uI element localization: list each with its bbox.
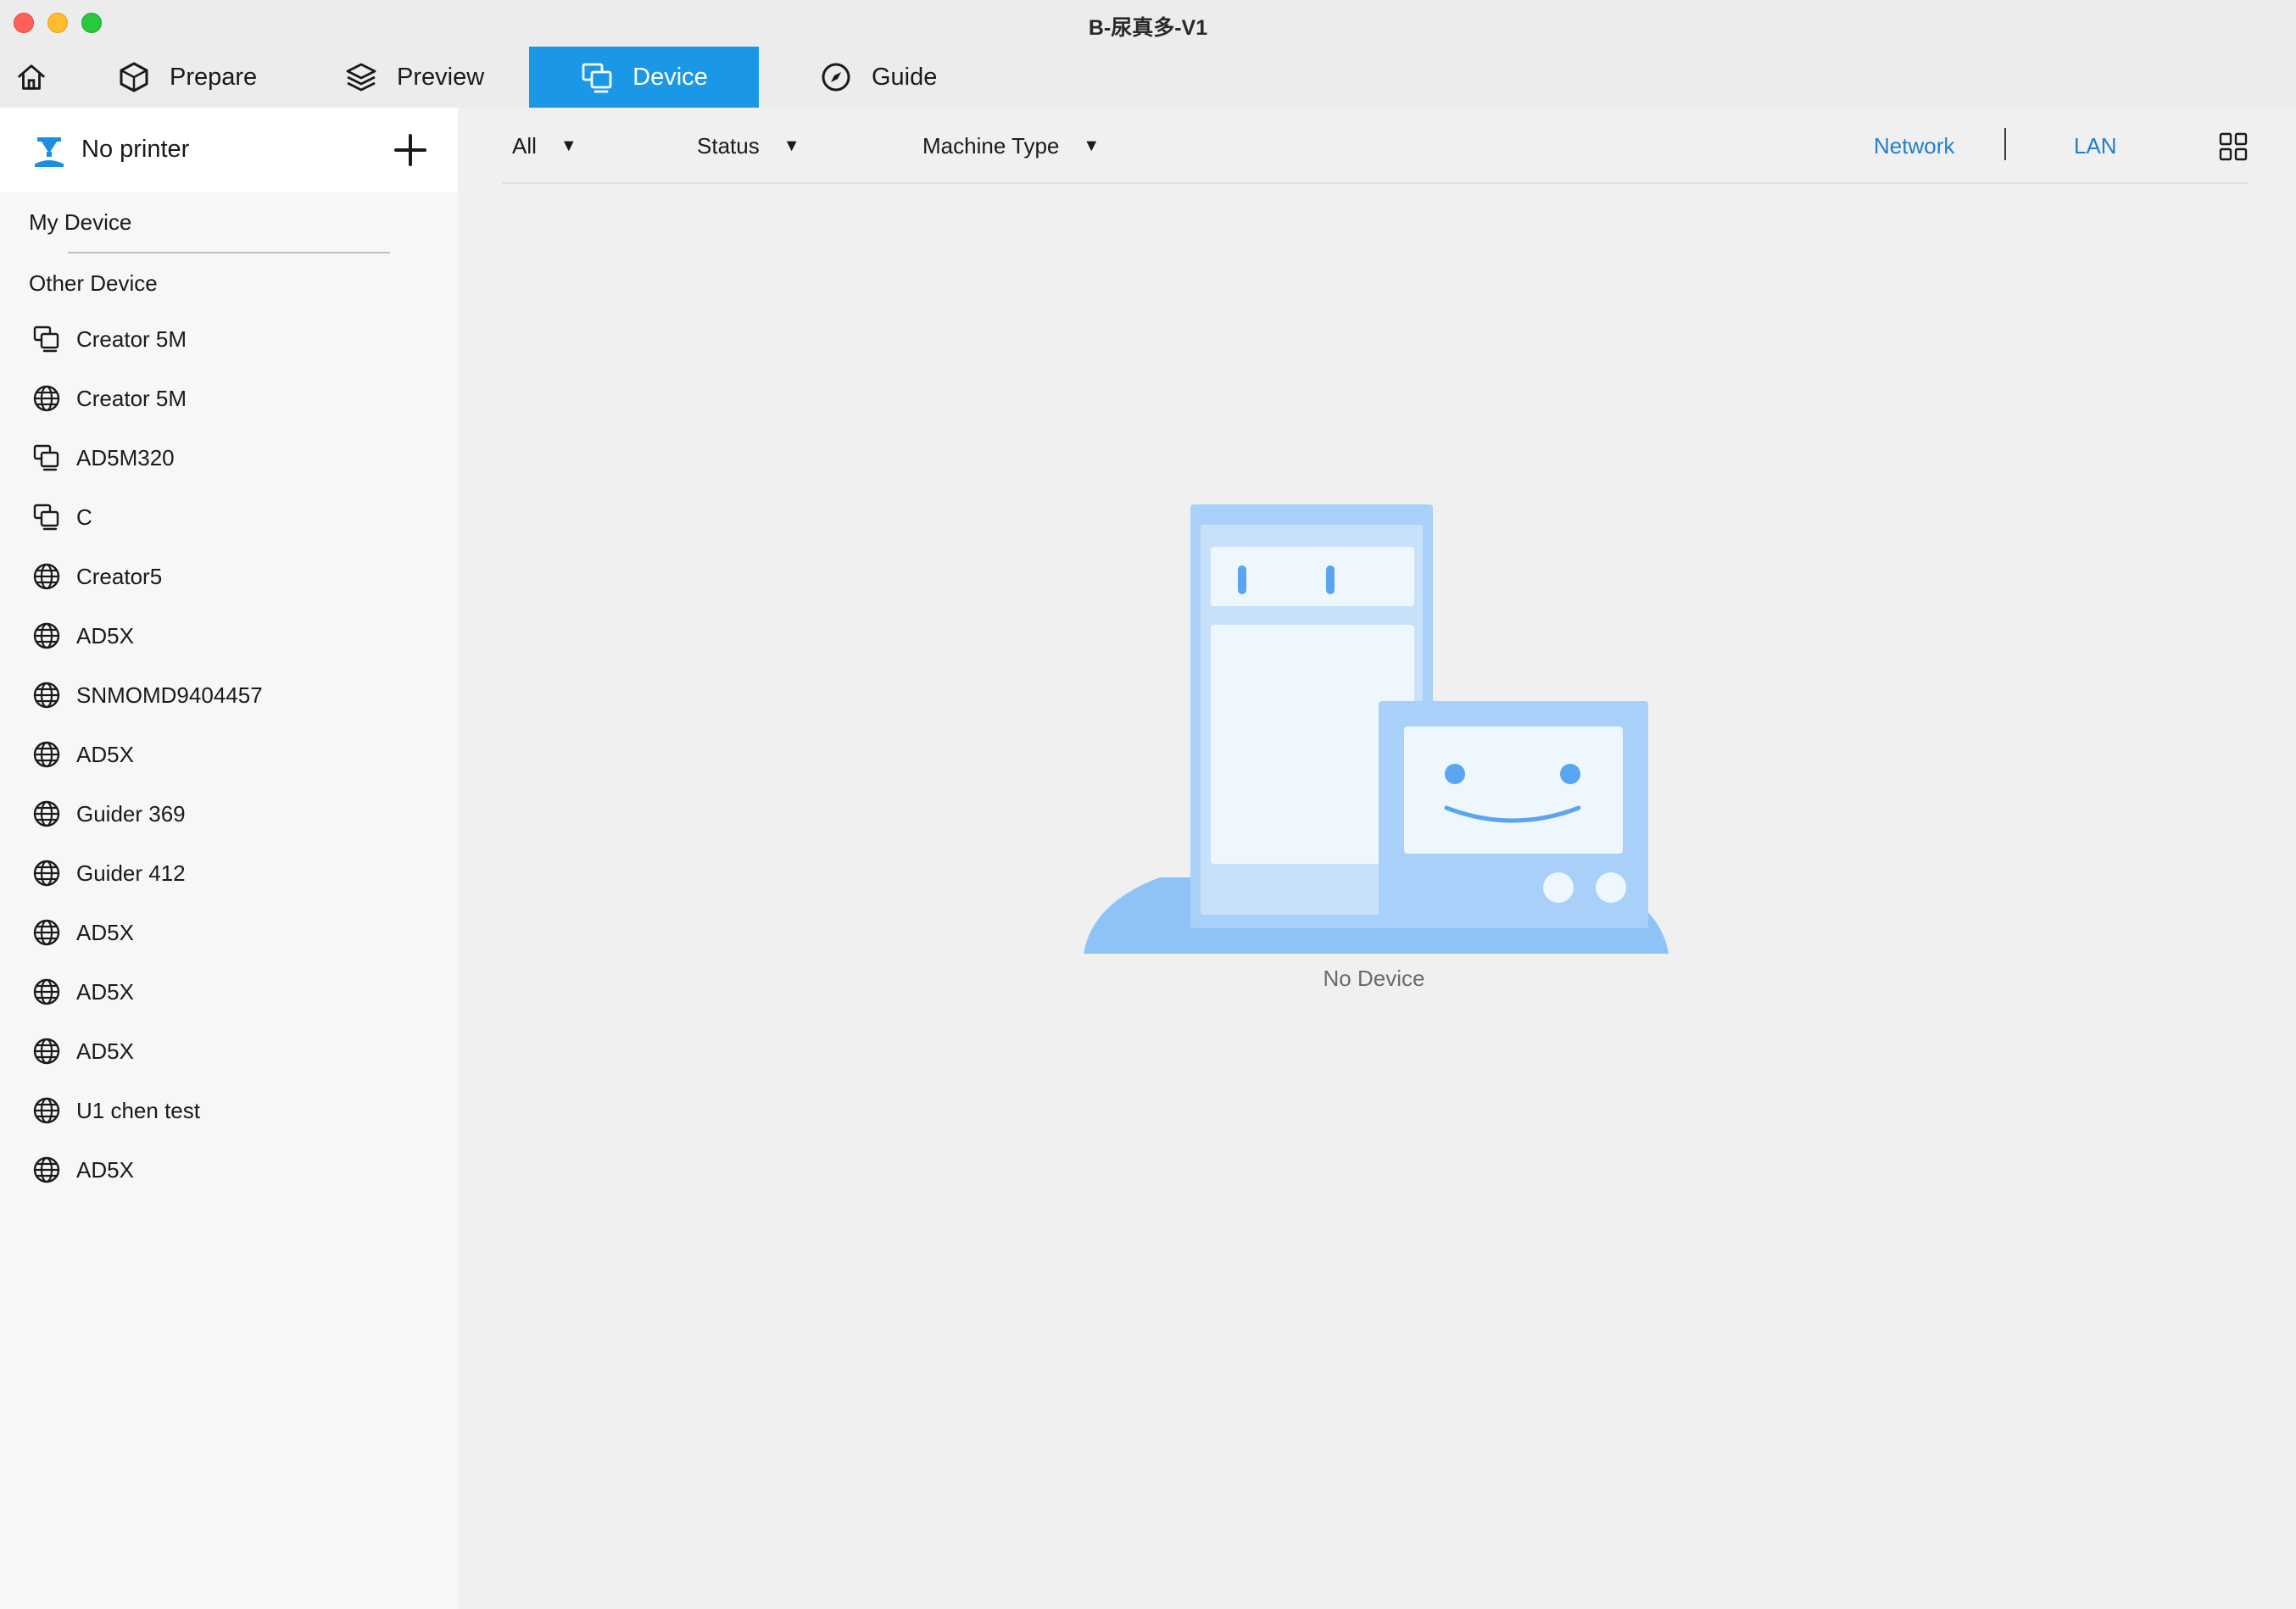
globe-icon bbox=[33, 919, 60, 946]
device-list-item[interactable]: AD5X bbox=[0, 962, 458, 1022]
device-list-item[interactable]: C bbox=[0, 487, 458, 547]
device-name: SNMOMD9404457 bbox=[76, 682, 263, 708]
lan-printer-icon bbox=[33, 504, 59, 531]
device-list-item[interactable]: SNMOMD9404457 bbox=[0, 665, 458, 725]
layers-icon bbox=[346, 63, 376, 92]
all-filter-dropdown[interactable]: All ▼ bbox=[512, 133, 577, 159]
lan-printer-icon bbox=[33, 326, 59, 353]
printer-icon bbox=[35, 137, 64, 167]
device-list-item[interactable]: AD5X bbox=[0, 1140, 458, 1200]
device-list-item[interactable]: U1 chen test bbox=[0, 1081, 458, 1140]
tab-bar: Prepare Preview Device Guide bbox=[0, 47, 2296, 108]
device-name: U1 chen test bbox=[76, 1097, 200, 1123]
device-name: Guider 412 bbox=[76, 860, 186, 886]
my-device-section-label[interactable]: My Device bbox=[29, 209, 131, 236]
caret-down-icon: ▼ bbox=[560, 136, 577, 155]
globe-icon bbox=[33, 1038, 60, 1065]
device-name: C bbox=[76, 504, 92, 530]
tab-guide-label: Guide bbox=[872, 63, 938, 91]
tab-prepare-label: Prepare bbox=[170, 63, 258, 91]
device-name: AD5X bbox=[76, 978, 134, 1005]
sidebar: No printer My Device Other Device Creato… bbox=[0, 108, 458, 1609]
lan-link[interactable]: LAN bbox=[2074, 133, 2117, 159]
globe-icon bbox=[33, 1156, 60, 1183]
globe-icon bbox=[33, 563, 60, 590]
machine-type-filter-label: Machine Type bbox=[922, 133, 1060, 159]
network-link[interactable]: Network bbox=[1874, 133, 1954, 159]
window-title: B-尿真多-V1 bbox=[1088, 16, 1208, 40]
device-name: Creator 5M bbox=[76, 326, 187, 352]
device-list-item[interactable]: AD5X bbox=[0, 725, 458, 784]
tab-guide[interactable]: Guide bbox=[819, 47, 937, 108]
title-bar: B-尿真多-V1 bbox=[0, 0, 2296, 47]
filter-divider bbox=[502, 182, 2249, 184]
device-name: Creator5 bbox=[76, 563, 163, 589]
caret-down-icon: ▼ bbox=[1083, 136, 1101, 155]
status-filter-label: Status bbox=[697, 133, 760, 159]
status-filter-dropdown[interactable]: Status ▼ bbox=[697, 133, 800, 159]
device-list-item[interactable]: Guider 412 bbox=[0, 843, 458, 903]
compass-icon bbox=[822, 63, 850, 92]
section-divider bbox=[68, 252, 390, 253]
no-device-text: No Device bbox=[1323, 966, 1425, 991]
device-list-item[interactable]: Creator 5M bbox=[0, 309, 458, 369]
tab-prepare[interactable]: Prepare bbox=[117, 47, 257, 108]
filter-bar: All ▼ Status ▼ Machine Type ▼ Network LA… bbox=[458, 108, 2296, 184]
home-icon bbox=[18, 64, 45, 90]
globe-icon bbox=[33, 741, 60, 768]
device-list-item[interactable]: Creator 5M bbox=[0, 369, 458, 428]
device-name: AD5X bbox=[76, 1156, 134, 1183]
cube-icon bbox=[120, 62, 148, 92]
globe-icon bbox=[33, 622, 60, 649]
globe-icon bbox=[33, 978, 60, 1005]
globe-icon bbox=[33, 385, 60, 412]
machine-type-filter-dropdown[interactable]: Machine Type ▼ bbox=[922, 133, 1100, 159]
device-list-item[interactable]: AD5X bbox=[0, 1022, 458, 1081]
device-name: AD5X bbox=[76, 919, 134, 945]
tab-preview[interactable]: Preview bbox=[344, 47, 484, 108]
caret-down-icon: ▼ bbox=[783, 136, 800, 155]
device-name: AD5X bbox=[76, 622, 134, 649]
device-name: Creator 5M bbox=[76, 385, 187, 411]
app-window: B-尿真多-V1 Prepare Preview Device Guide No… bbox=[0, 0, 2296, 1609]
tab-preview-label: Preview bbox=[397, 63, 485, 91]
no-device-illustration bbox=[1084, 504, 1669, 954]
tab-device-label: Device bbox=[633, 63, 708, 91]
device-name: AD5M320 bbox=[76, 444, 175, 470]
tab-home[interactable] bbox=[15, 47, 66, 108]
device-list-item[interactable]: AD5X bbox=[0, 606, 458, 665]
printer-selector[interactable]: No printer bbox=[0, 108, 458, 192]
device-name: Guider 369 bbox=[76, 800, 186, 827]
device-list-item[interactable]: AD5X bbox=[0, 903, 458, 962]
device-name: AD5X bbox=[76, 1038, 134, 1064]
all-filter-label: All bbox=[512, 133, 537, 159]
grid-view-icon[interactable] bbox=[2218, 131, 2249, 162]
globe-icon bbox=[33, 860, 60, 887]
lan-printer-icon bbox=[33, 444, 59, 471]
device-icon bbox=[582, 63, 612, 93]
globe-icon bbox=[33, 800, 60, 827]
tab-device[interactable]: Device bbox=[529, 47, 759, 108]
device-list: Creator 5M Creator 5M AD5M320 C Creator5 AD5X… bbox=[0, 309, 458, 1200]
device-list-item[interactable]: Guider 369 bbox=[0, 784, 458, 843]
printer-label: No printer bbox=[81, 136, 190, 163]
link-separator bbox=[2004, 128, 2006, 160]
device-list-item[interactable]: Creator5 bbox=[0, 547, 458, 606]
add-printer-button[interactable] bbox=[392, 131, 429, 169]
other-device-section-label[interactable]: Other Device bbox=[29, 270, 158, 297]
main-panel: All ▼ Status ▼ Machine Type ▼ Network LA… bbox=[458, 108, 2296, 1609]
device-list-item[interactable]: AD5M320 bbox=[0, 428, 458, 487]
globe-icon bbox=[33, 1097, 60, 1124]
globe-icon bbox=[33, 682, 60, 709]
device-name: AD5X bbox=[76, 741, 134, 767]
